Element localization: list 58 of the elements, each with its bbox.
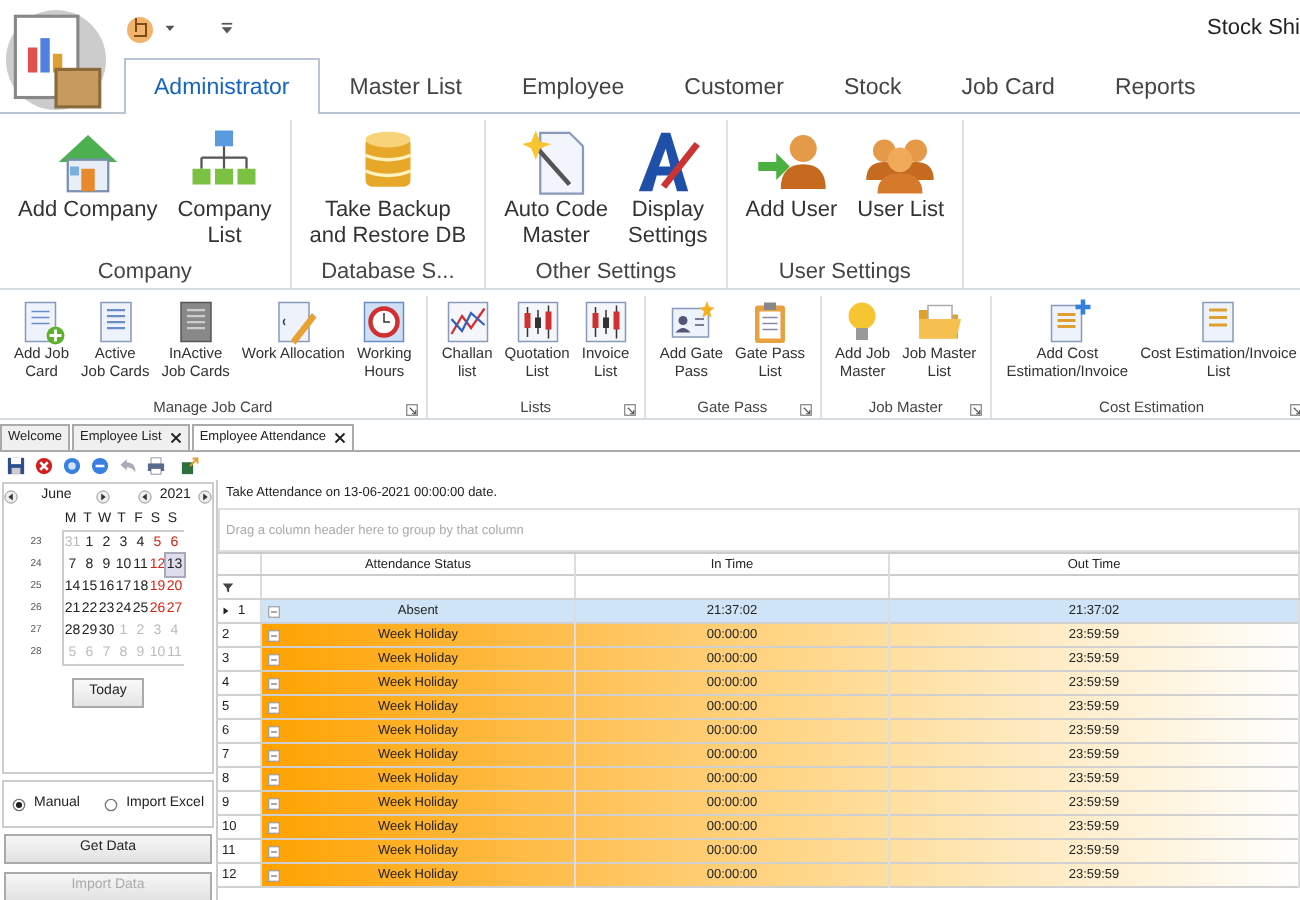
- export-icon[interactable]: [180, 456, 200, 476]
- app-logo-drawing: [6, 8, 106, 112]
- expand-icon[interactable]: [268, 654, 280, 666]
- ribbon-tab[interactable]: Employee: [492, 57, 655, 114]
- printer-icon[interactable]: [146, 456, 166, 476]
- minus-circle-icon[interactable]: [90, 456, 110, 476]
- next-year-icon[interactable]: [198, 490, 213, 504]
- expand-icon[interactable]: [268, 774, 280, 786]
- ribbon-tab[interactable]: Master List: [319, 57, 492, 114]
- circle-icon[interactable]: [62, 456, 82, 476]
- candlestick-chart-icon: [581, 298, 630, 346]
- ribbon-button[interactable]: User List: [847, 120, 955, 255]
- expand-icon[interactable]: [268, 726, 280, 738]
- group-label: Other Settings: [535, 257, 677, 287]
- dialog-launcher-icon[interactable]: [623, 404, 636, 416]
- expand-icon[interactable]: [268, 798, 280, 810]
- ribbon-button[interactable]: Auto Code Master: [494, 120, 619, 255]
- ribbon-tab[interactable]: Customer: [654, 57, 814, 114]
- group-label: Database S...: [321, 257, 455, 287]
- ribbon-button[interactable]: Take Backup and Restore DB: [299, 120, 477, 255]
- caret-down-icon[interactable]: [164, 22, 176, 34]
- row-pointer-icon: [222, 606, 230, 616]
- close-icon[interactable]: [169, 432, 182, 445]
- group-label: Company: [97, 257, 192, 287]
- prev-year-icon[interactable]: [137, 490, 152, 504]
- expand-icon[interactable]: [268, 846, 280, 858]
- customize-caret-icon[interactable]: [220, 21, 234, 35]
- ribbon-tab[interactable]: Administrator: [124, 57, 320, 114]
- prev-month-icon[interactable]: [3, 490, 18, 504]
- radio-button[interactable]: [104, 797, 119, 811]
- ribbon-button[interactable]: Add User: [735, 120, 848, 255]
- filter-icon[interactable]: [222, 581, 234, 593]
- ribbon-button[interactable]: Display Settings: [618, 120, 718, 255]
- clock-icon: [360, 298, 409, 346]
- ribbon-tab[interactable]: Stock: [814, 57, 932, 114]
- expand-icon[interactable]: [268, 822, 280, 834]
- dialog-launcher-icon[interactable]: [799, 404, 812, 416]
- ribbon-tab[interactable]: Reports: [1084, 57, 1226, 114]
- ribbon-button[interactable]: Company List: [167, 120, 282, 255]
- expand-icon[interactable]: [268, 630, 280, 642]
- next-month-icon[interactable]: [95, 490, 110, 504]
- line-chart-icon: [443, 298, 492, 346]
- expand-icon[interactable]: [268, 702, 280, 714]
- expand-icon[interactable]: [268, 678, 280, 690]
- candlestick-chart-icon: [513, 298, 562, 346]
- dialog-launcher-icon[interactable]: [1290, 404, 1300, 416]
- ribbon-button[interactable]: Add Company: [8, 120, 168, 255]
- dialog-launcher-icon[interactable]: [405, 404, 418, 416]
- expand-icon[interactable]: [268, 750, 280, 762]
- expand-icon[interactable]: [268, 870, 280, 882]
- ribbon-tab[interactable]: Job Card: [931, 57, 1085, 114]
- radio-button[interactable]: [12, 797, 26, 811]
- delete-icon[interactable]: [34, 456, 54, 476]
- group-label: User Settings: [778, 257, 911, 287]
- window-title: Stock Shi: [1207, 14, 1300, 44]
- close-icon[interactable]: [334, 432, 347, 445]
- save-icon[interactable]: [6, 456, 26, 476]
- dialog-launcher-icon[interactable]: [970, 404, 983, 416]
